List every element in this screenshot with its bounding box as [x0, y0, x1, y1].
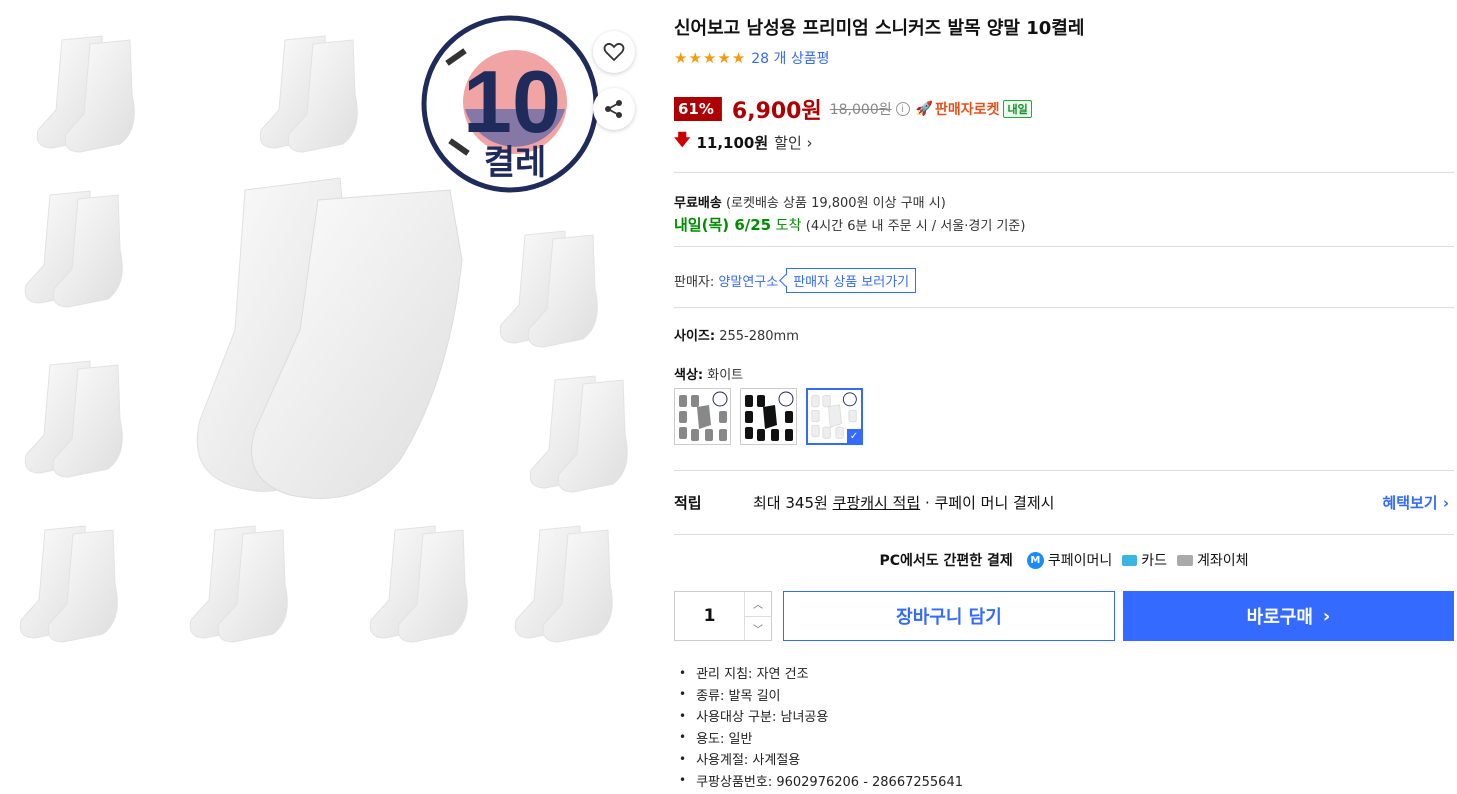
divider	[674, 172, 1454, 173]
bank-transfer-label: 계좌이체	[1196, 553, 1249, 569]
seller-rocket-label: 판매자로켓	[935, 102, 1000, 118]
add-to-cart-button[interactable]: 장바구니 담기	[783, 591, 1115, 641]
original-price: 18,000원	[829, 102, 892, 118]
attribute-item: 쿠팡상품번호: 9602976206 - 28667255641	[674, 770, 963, 792]
discount-label: 할인 ›	[774, 134, 813, 152]
black-socks-thumbnail	[745, 391, 794, 441]
bank-icon	[1176, 554, 1193, 566]
payment-methods: PC에서도 간편한 결제 M 쿠페이머니 카드 계좌이체	[674, 550, 1454, 570]
star-icon: ★	[702, 48, 717, 67]
size-label: 사이즈:	[674, 329, 716, 344]
check-icon: ✓	[847, 429, 861, 443]
10-pairs-badge: 10 켤레	[421, 15, 599, 193]
price-row: 61% 6,900원 18,000원 i 🚀 판매자로켓 내일	[674, 93, 1032, 125]
color-swatches: ✓	[674, 388, 863, 445]
discount-amount: 11,100원	[696, 134, 769, 152]
bank-transfer: 계좌이체	[1176, 550, 1249, 570]
arrival-day: 내일(목) 6/25	[674, 216, 772, 234]
quantity-increase-button[interactable]: ︿	[745, 592, 771, 617]
review-count-link[interactable]: 28 개 상품평	[751, 48, 829, 68]
product-image[interactable]: 10 켤레	[0, 0, 660, 680]
arrow-down-icon: 🡇	[674, 130, 691, 149]
swatch-gray[interactable]	[674, 388, 731, 445]
star-rating: ★ ★ ★ ★ ★	[674, 48, 746, 67]
buy-now-label: 바로구매	[1246, 607, 1313, 628]
product-attributes: 관리 지침: 자연 건조 종류: 발목 길이 사용대상 구분: 남녀공용 용도:…	[674, 662, 963, 791]
attribute-item: 사용대상 구분: 남녀공용	[674, 705, 963, 727]
share-icon	[605, 100, 622, 118]
divider	[674, 246, 1454, 247]
buy-now-button[interactable]: 바로구매 ›	[1123, 591, 1454, 641]
seller-row: 판매자: 양말연구소 판매자 상품 보러가기	[674, 268, 917, 293]
product-page: 10 켤레 신어보고 남성용 프리미엄 스니커즈 발목 양말 10켤레 ★ ★ …	[0, 0, 1457, 794]
swatch-black[interactable]	[740, 388, 797, 445]
quantity-decrease-button[interactable]: ﹀	[745, 617, 771, 641]
reward-condition: · 쿠페이 머니 결제시	[924, 494, 1055, 512]
share-button[interactable]	[593, 88, 635, 130]
size-value: 255-280mm	[719, 329, 799, 344]
discount-amount-row[interactable]: 🡇 11,100원 할인 ›	[674, 129, 813, 156]
card-payment: 카드	[1122, 550, 1167, 570]
color-value: 화이트	[707, 368, 744, 383]
coupay-money-label: 쿠페이머니	[1047, 553, 1113, 569]
benefits-link[interactable]: 혜택보기 ›	[1382, 492, 1449, 513]
svg-text:켤레: 켤레	[484, 143, 547, 183]
coupay-money: M 쿠페이머니	[1026, 550, 1113, 570]
heart-icon	[603, 42, 625, 62]
reward-label: 적립	[674, 494, 702, 512]
card-label: 카드	[1141, 553, 1167, 569]
favorite-button[interactable]	[593, 31, 635, 73]
product-title: 신어보고 남성용 프리미엄 스니커즈 발목 양말 10켤레	[674, 18, 1085, 39]
star-icon: ★	[717, 48, 731, 67]
divider	[674, 470, 1454, 471]
quantity-buttons: ︿ ﹀	[745, 592, 771, 640]
free-shipping-label: 무료배송	[674, 196, 722, 211]
size-option: 사이즈: 255-280mm	[674, 325, 799, 344]
color-option: 색상: 화이트	[674, 364, 743, 383]
quantity-input[interactable]: 1	[675, 592, 745, 640]
arrival-note: (4시간 6분 내 주문 시 / 서울·경기 기준)	[805, 219, 1026, 234]
attribute-item: 종류: 발목 길이	[674, 684, 963, 706]
seller-rocket-badge: 🚀 판매자로켓	[916, 99, 1000, 119]
attribute-item: 용도: 일반	[674, 727, 963, 749]
free-shipping-info: 무료배송 (로켓배송 상품 19,800원 이상 구매 시)	[674, 192, 946, 211]
free-shipping-note: (로켓배송 상품 19,800원 이상 구매 시)	[725, 196, 946, 211]
coupang-cash-link[interactable]: 쿠팡캐시 적립	[833, 494, 921, 512]
divider	[674, 307, 1454, 308]
sale-price: 6,900원	[731, 99, 822, 124]
star-icon: ★	[688, 48, 702, 67]
color-label: 색상:	[674, 368, 704, 383]
coupay-money-icon: M	[1026, 551, 1044, 569]
swatch-white[interactable]: ✓	[806, 388, 863, 445]
arrival-word: 도착	[775, 218, 802, 234]
reward-text: 최대 345원 쿠팡캐시 적립 · 쿠페이 머니 결제시	[753, 492, 1054, 513]
info-icon[interactable]: i	[895, 102, 910, 116]
seller-products-button[interactable]: 판매자 상품 보러가기	[786, 268, 917, 293]
star-icon: ★	[731, 48, 746, 67]
reward-amount: 최대 345원	[753, 494, 828, 512]
card-icon	[1122, 554, 1138, 566]
attribute-item: 사용계절: 사계절용	[674, 748, 963, 770]
tomorrow-tag: 내일	[1003, 100, 1032, 118]
attribute-item: 관리 지침: 자연 건조	[674, 662, 963, 684]
rocket-icon: 🚀	[915, 101, 934, 117]
divider	[674, 534, 1454, 535]
gray-socks-thumbnail	[679, 391, 728, 441]
discount-rate-badge: 61%	[674, 97, 722, 121]
quantity-stepper: 1 ︿ ﹀	[674, 591, 772, 641]
seller-label: 판매자:	[674, 275, 715, 290]
seller-name-link[interactable]: 양말연구소	[718, 271, 778, 290]
chevron-right-icon: ›	[1322, 605, 1331, 627]
star-icon: ★	[674, 48, 688, 67]
rating-row[interactable]: ★ ★ ★ ★ ★ 28 개 상품평	[674, 48, 830, 68]
payment-label: PC에서도 간편한 결제	[879, 553, 1013, 569]
svg-text:10: 10	[463, 52, 561, 151]
arrival-info: 내일(목) 6/25 도착 (4시간 6분 내 주문 시 / 서울·경기 기준)	[674, 214, 1025, 235]
